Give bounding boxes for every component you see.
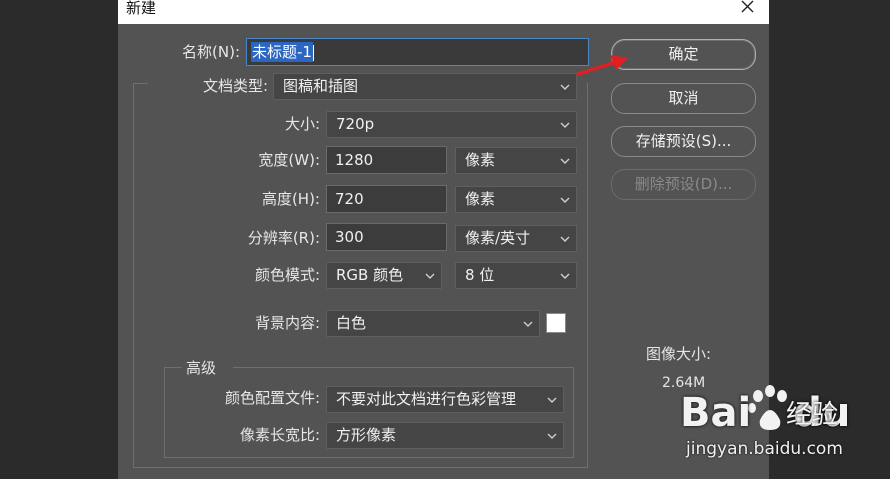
- image-size-label: 图像大小:: [646, 345, 712, 363]
- doc-type-value: 图稿和插图: [283, 77, 359, 95]
- width-unit-select[interactable]: 像素: [455, 147, 577, 174]
- chevron-down-icon: [425, 273, 435, 279]
- pixel-aspect-select[interactable]: 方形像素: [326, 422, 564, 449]
- bit-depth-value: 8 位: [465, 266, 495, 284]
- chevron-down-icon: [523, 321, 533, 327]
- baidu-text-bai: Bai: [680, 390, 752, 436]
- height-input[interactable]: 720: [326, 185, 447, 213]
- chevron-down-icon: [560, 236, 570, 242]
- resolution-unit-value: 像素/英寸: [465, 229, 531, 247]
- doc-type-label: 文档类型:: [202, 77, 268, 95]
- title-bar: [118, 0, 769, 24]
- width-label: 宽度(W):: [258, 151, 320, 169]
- color-mode-select[interactable]: RGB 颜色: [326, 262, 442, 289]
- red-arrow-icon: [576, 55, 628, 76]
- chevron-down-icon: [547, 397, 557, 403]
- resolution-input[interactable]: 300: [326, 223, 447, 251]
- background-value: 白色: [336, 314, 367, 332]
- color-profile-select[interactable]: 不要对此文档进行色彩管理: [326, 386, 564, 413]
- chevron-down-icon: [560, 197, 570, 203]
- dialog-title: 新建: [126, 0, 157, 17]
- watermark-url: jingyan.baidu.com: [686, 439, 843, 459]
- chevron-down-icon: [560, 122, 570, 128]
- size-label: 大小:: [284, 115, 320, 133]
- name-value: 未标题-1: [251, 42, 313, 62]
- color-profile-value: 不要对此文档进行色彩管理: [336, 390, 517, 408]
- height-label: 高度(H):: [261, 190, 320, 208]
- resolution-label: 分辨率(R):: [247, 229, 320, 247]
- pixel-aspect-label: 像素长宽比:: [239, 426, 320, 444]
- save-preset-button[interactable]: 存储预设(S)...: [611, 126, 756, 157]
- background-select[interactable]: 白色: [326, 310, 540, 337]
- ok-button[interactable]: 确定: [611, 39, 756, 70]
- color-profile-label: 颜色配置文件:: [224, 389, 320, 407]
- chevron-down-icon: [547, 433, 557, 439]
- name-input[interactable]: 未标题-1: [246, 38, 589, 66]
- delete-preset-button[interactable]: 删除预设(D)...: [611, 169, 756, 200]
- baidu-watermark: Bai du 经验: [610, 380, 890, 479]
- size-select[interactable]: 720p: [326, 111, 577, 138]
- name-label: 名称(N):: [182, 43, 240, 61]
- group-box-top-left-line: [133, 83, 148, 84]
- color-mode-value: RGB 颜色: [336, 266, 404, 284]
- height-unit-select[interactable]: 像素: [455, 186, 577, 213]
- chevron-down-icon: [560, 273, 570, 279]
- chevron-down-icon: [560, 84, 570, 90]
- width-unit-value: 像素: [465, 151, 496, 169]
- advanced-box-top-left-line: [164, 367, 182, 368]
- advanced-box-top-right-line: [233, 367, 574, 368]
- close-icon[interactable]: [738, 0, 758, 16]
- height-unit-value: 像素: [465, 190, 496, 208]
- background-label: 背景内容:: [254, 314, 320, 332]
- baidu-jingyan-text: 经验: [786, 400, 839, 430]
- chevron-down-icon: [560, 158, 570, 164]
- background-color-swatch[interactable]: [546, 313, 566, 333]
- pixel-aspect-value: 方形像素: [336, 426, 397, 444]
- advanced-title[interactable]: 高级: [186, 356, 216, 380]
- bit-depth-select[interactable]: 8 位: [455, 262, 577, 289]
- color-mode-label: 颜色模式:: [254, 266, 320, 284]
- resolution-unit-select[interactable]: 像素/英寸: [455, 225, 577, 252]
- doc-type-select[interactable]: 图稿和插图: [273, 73, 577, 100]
- size-value: 720p: [336, 115, 375, 133]
- cancel-button[interactable]: 取消: [611, 83, 756, 114]
- width-input[interactable]: 1280: [326, 146, 447, 174]
